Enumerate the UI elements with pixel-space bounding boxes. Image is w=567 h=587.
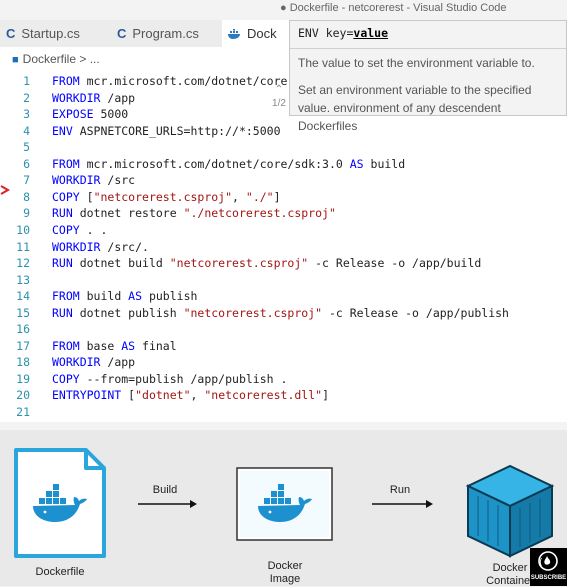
breadcrumb-rest: > ... [79,52,100,66]
tab-program-cs[interactable]: C Program.cs [112,20,227,47]
debug-arrow-icon [0,185,10,195]
keyword-token: ENTRYPOINT [52,388,122,403]
keyword-token: RUN [52,206,73,221]
string-token: "./netcorerest.csproj" [183,206,336,221]
text-token: publish [142,289,198,304]
text-token: ] [273,189,281,204]
tab-label: Program.cs [132,26,199,41]
text-token: build [363,156,406,171]
hover-signature: ENV key=value [298,26,388,40]
text-token: mcr.microsoft.com/dotnet/core [79,74,288,88]
code-line[interactable]: 21 [0,402,567,422]
breadcrumb-file[interactable]: Dockerfile [23,52,76,66]
svg-text:(: ( [538,558,543,568]
chevron-up-icon[interactable]: ⌃ [270,83,288,97]
dockerfile-icon [14,448,106,558]
overload-navigator[interactable]: ⌃ 1/2 [270,83,288,111]
string-token: "netcorerest.csproj" [93,189,233,204]
string-token: "netcorerest.csproj" [183,305,323,320]
text-token: dotnet restore [72,206,184,221]
keyword-token: FROM [52,74,80,88]
param-description: The value to set the environment variabl… [298,56,535,70]
keyword-token: FROM [52,289,80,304]
keyword-token: RUN [52,256,73,271]
freecodecamp-logo-icon: ( ) [538,551,559,571]
keyword-token: COPY [52,189,80,204]
string-token: "dotnet" [135,388,191,403]
docker-container-icon [465,464,555,558]
text-token: [ [79,189,94,204]
svg-text:): ) [554,558,559,568]
subscribe-label: SUBSCRIBE [530,575,567,581]
signature-param: value [353,26,389,40]
text-token: -c Release -o /app/build [308,256,482,271]
run-label: Run [389,484,411,496]
docker-image-label-line1: Docker [267,560,303,572]
text-token: -c Release -o /app/publish [322,305,509,320]
text-token: , [190,388,205,403]
keyword-token: COPY [52,371,80,386]
keyword-token: WORKDIR [52,355,101,370]
keyword-token: FROM [52,156,80,171]
build-label: Build [152,484,178,496]
keyword-token: WORKDIR [52,173,101,188]
keyword-token: AS [128,289,143,304]
line-number: 21 [16,405,30,419]
tab-dockerfile[interactable]: Dock [222,20,295,47]
text-token: build [79,289,129,304]
text-token: dotnet publish [72,305,184,320]
keyword-token: AS [349,156,364,171]
keyword-token: FROM [52,338,80,353]
text-token: --from=publish /app/publish . [79,371,288,386]
signature-prefix: ENV key= [298,26,354,40]
text-token: base [79,338,122,353]
text-token: /src/. [100,239,149,254]
text-token: /src [100,173,136,188]
text-token: . . [79,222,108,237]
docker-icon [228,29,240,39]
window-title: ● Dockerfile - netcorerest - Visual Stud… [280,2,507,14]
hover-description: Set an environment variable to the speci… [298,83,532,133]
text-token: ] [322,388,329,403]
docker-icon: ■ [12,54,19,66]
text-token: /app [100,90,136,105]
csharp-icon: C [6,26,16,41]
keyword-token: AS [121,338,136,353]
text-token: ASPNETCORE_URLS=http://*:5000 [72,123,281,138]
tab-label: Startup.cs [21,26,80,41]
docker-image-label-line2: Image [269,573,301,585]
tab-label: Dock [247,26,277,41]
overload-page: 1/2 [272,98,286,109]
keyword-token: RUN [52,305,73,320]
text-token: final [135,338,177,353]
tooltip-separator [290,48,566,49]
docker-workflow-diagram: Dockerfile Build Docker Image Run Docker… [0,430,567,587]
tab-startup-cs[interactable]: C Startup.cs [0,20,116,47]
docker-image-icon [236,467,333,541]
csharp-icon: C [117,26,127,41]
breadcrumb[interactable]: ■ Dockerfile > ... [12,52,100,66]
subscribe-button[interactable]: ( ) SUBSCRIBE [530,548,567,586]
keyword-token: WORKDIR [52,90,101,105]
string-token: "./" [245,189,274,204]
text-token: [ [121,388,136,403]
string-token: "netcorerest.csproj" [169,256,309,271]
text-token: /app [100,355,136,370]
string-token: "netcorerest.dll" [204,388,323,403]
keyword-token: EXPOSE [52,107,94,122]
keyword-token: WORKDIR [52,239,101,254]
text-token: 5000 [93,107,129,122]
text-token: mcr.microsoft.com/dotnet/core/sdk:3.0 [79,156,350,171]
keyword-token: ENV [52,123,73,138]
hover-tooltip: ENV key=value The value to set the envir… [272,20,567,133]
text-token: , [232,189,246,204]
text-token: dotnet build [72,256,170,271]
keyword-token: COPY [52,222,80,237]
dockerfile-label: Dockerfile [35,566,85,578]
